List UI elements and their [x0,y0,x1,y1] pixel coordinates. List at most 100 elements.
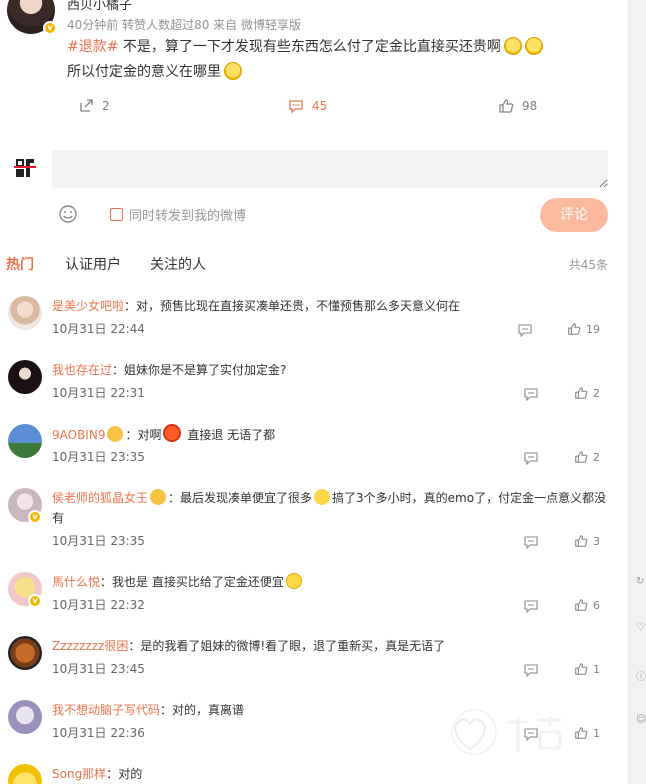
info-icon[interactable]: ⓘ [636,668,646,683]
comment-item: 我也存在过：姐妹你是不是算了实付加定金? 10月31日 22:31 2 [0,360,628,424]
emoji-picker-icon[interactable] [58,204,78,224]
commenter-name[interactable]: 我也存在过 [52,363,112,377]
comment-item: Song那样：对的 [0,764,628,784]
comment-composer: 同时转发到我的微博 评论 [0,140,628,250]
reply-icon[interactable] [524,451,538,465]
commenter-name[interactable]: 是美少女吧啦 [52,299,124,313]
crying-laughing-emoji-icon [314,489,331,505]
post-text-1: 不是，算了一下才发现有些东西怎么付了定金比直接买还贵啊 [118,39,501,55]
comment-button[interactable]: 45 [288,96,327,116]
kiss-emoji-icon [107,426,124,442]
reply-icon[interactable] [524,599,538,613]
kiss-emoji-icon [150,489,167,505]
comment-like-count: 2 [593,450,600,464]
comment-text-a: ：最后发现凑单便宜了很多 [168,491,313,505]
refresh-icon[interactable]: ↻ [636,576,644,587]
thumbs-up-icon [575,451,588,463]
comment-tabs: 热门 认证用户 关注的人 共45条 [0,254,628,278]
comment-time: 10月31日 22:31 [52,386,145,400]
commenter-name[interactable]: 我不想动脑子写代码 [52,703,160,717]
commenter-avatar[interactable] [8,296,42,330]
comment-body: 馬什么悦：我也是 直接买比给了定金还便宜 [52,572,612,592]
also-repost-checkbox[interactable] [110,208,123,221]
thumbs-up-icon [575,599,588,611]
comment-text-a: ：对啊 [125,428,162,442]
thumbs-up-icon [568,323,581,335]
comment-body: 侯老师的狐晶女王 ：最后发现凑单便宜了很多 搞了3个多小时，真的emo了，付定金一点… [52,488,612,528]
commenter-avatar[interactable] [8,764,42,784]
tab-following[interactable]: 关注的人 [150,254,206,274]
comment-like-button[interactable]: 2 [574,386,600,400]
thumbs-up-icon [575,535,588,547]
also-repost-label[interactable]: 同时转发到我的微博 [129,205,246,224]
comment-text: ：我也是 直接买比给了定金还便宜 [100,575,284,589]
comment-time: 10月31日 23:45 [52,662,145,676]
repost-button[interactable]: 2 [78,96,110,116]
comment-item: 是美少女吧啦：对，预售比现在直接买凑单还贵，不懂预售那么多天意义何在 10月31… [0,296,628,360]
reply-icon[interactable] [524,535,538,549]
comment-count: 45 [312,99,328,113]
comment-body: 我也存在过：姐妹你是不是算了实付加定金? [52,360,612,380]
comment-like-button[interactable]: 2 [574,450,600,464]
like-button[interactable]: 98 [498,96,537,116]
commenter-name[interactable]: Zzzzzzzz很困 [52,639,128,653]
crying-emoji-icon [285,573,302,589]
like-count: 98 [522,99,538,113]
post-text-line2: 所以付定金的意义在哪里 [67,61,242,81]
comment-text: ：姐妹你是不是算了实付加定金? [112,363,287,377]
user-logo-icon [14,157,36,177]
comment-item: Zzzzzzzz很困：是的我看了姐妹的微博!看了眼，退了重新买，真是无语了 10… [0,636,628,700]
comment-time: 10月31日 23:35 [52,450,145,464]
commenter-name[interactable]: 馬什么悦 [52,575,100,589]
comment-like-button[interactable]: 19 [567,322,600,336]
reply-icon[interactable] [518,323,532,337]
comment-item: v 侯老师的狐晶女王 ：最后发现凑单便宜了很多 搞了3个多小时，真的emo了，付定金… [0,488,628,568]
tab-hot[interactable]: 热门 [6,254,34,274]
commenter-avatar[interactable] [8,636,42,670]
sweat-emoji-icon [524,37,543,55]
comment-item: 9AOBIN9 ：对啊 直接退 无语了都 10月31日 23:35 2 [0,424,628,488]
comment-text: ：对的，真离谱 [160,703,245,717]
comment-like-button[interactable]: 3 [574,534,600,548]
comment-time: 10月31日 22:32 [52,598,145,612]
share-icon [80,99,93,112]
comment-time: 10月31日 23:35 [52,534,145,548]
comment-text-b: 直接退 无语了都 [187,428,276,442]
comment-item: v 馬什么悦：我也是 直接买比给了定金还便宜 10月31日 22:32 6 [0,572,628,636]
author-name[interactable]: 西贝小橘子 [67,0,132,13]
comment-text: ：是的我看了姐妹的微博!看了眼，退了重新买，真是无语了 [128,639,446,653]
commenter-name[interactable]: 9AOBIN9 [52,428,105,442]
post-text-line1: #退款# 不是，算了一下才发现有些东西怎么付了定金比直接买还贵啊 [67,36,543,56]
submit-comment-button[interactable]: 评论 [540,198,608,232]
comment-body: Song那样：对的 [52,764,612,784]
user-icon[interactable]: ☺ [636,714,646,725]
comment-body: 9AOBIN9 ：对啊 直接退 无语了都 [52,424,612,445]
verified-badge-icon: v [28,510,42,524]
comment-time: 10月31日 22:44 [52,322,145,336]
comment-like-button[interactable]: 1 [574,662,600,676]
comment-like-count: 2 [593,386,600,400]
watermark-logo-icon [451,709,562,755]
right-rail [628,0,646,784]
feedback-icon[interactable]: ♡ [636,622,645,633]
sweat-emoji-icon [503,37,522,55]
comment-body: 是美少女吧啦：对，预售比现在直接买凑单还贵，不懂预售那么多天意义何在 [52,296,612,316]
comment-text: ：对，预售比现在直接买凑单还贵，不懂预售那么多天意义何在 [124,299,461,313]
tab-verified[interactable]: 认证用户 [65,254,121,274]
commenter-avatar[interactable] [8,700,42,734]
reply-icon[interactable] [524,663,538,677]
commenter-avatar[interactable] [8,424,42,458]
repost-count: 2 [102,99,110,113]
smile-emoji-icon [224,62,242,80]
comment-input[interactable] [52,150,608,188]
comment-body: Zzzzzzzz很困：是的我看了姐妹的微博!看了眼，退了重新买，真是无语了 [52,636,612,656]
comment-like-count: 6 [593,598,600,612]
commenter-avatar[interactable] [8,360,42,394]
comment-time: 10月31日 22:36 [52,726,145,740]
commenter-name[interactable]: Song那样 [52,767,106,781]
comment-total: 共45条 [568,258,608,272]
topic-tag[interactable]: #退款# [67,39,118,55]
reply-icon[interactable] [524,387,538,401]
commenter-name[interactable]: 侯老师的狐晶女王 [52,491,148,505]
comment-like-button[interactable]: 6 [574,598,600,612]
